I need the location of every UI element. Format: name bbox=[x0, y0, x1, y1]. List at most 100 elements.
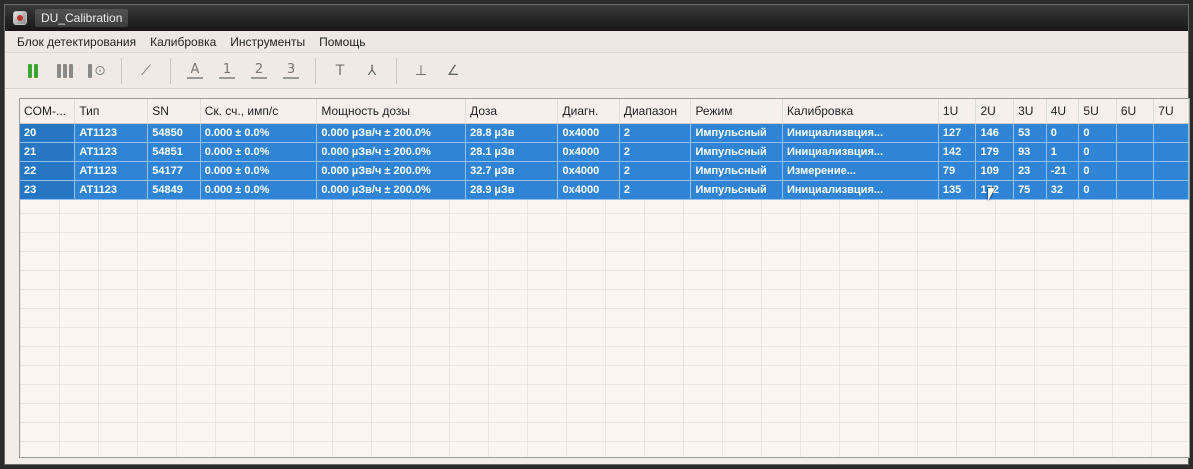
table-cell[interactable]: AT1123 bbox=[74, 161, 149, 181]
table-cell[interactable]: 127 bbox=[938, 123, 977, 143]
table-cell[interactable]: 109 bbox=[975, 161, 1015, 181]
table-cell[interactable]: 0x4000 bbox=[557, 161, 620, 181]
column-header[interactable]: Мощность дозы bbox=[316, 99, 467, 124]
column-header[interactable]: 2U bbox=[975, 99, 1015, 124]
table-cell[interactable]: 75 bbox=[1013, 180, 1047, 200]
device-info-icon[interactable]: ⊙ bbox=[83, 57, 111, 85]
table-cell[interactable]: AT1123 bbox=[74, 180, 149, 200]
table-cell[interactable]: 0 bbox=[1078, 123, 1117, 143]
table-cell[interactable]: 135 bbox=[938, 180, 977, 200]
table-cell[interactable]: 28.8 µЗв bbox=[465, 123, 559, 143]
column-header[interactable]: Калибровка bbox=[782, 99, 939, 124]
table-cell[interactable]: 146 bbox=[975, 123, 1015, 143]
menu-help[interactable]: Помощь bbox=[319, 35, 365, 49]
table-row[interactable]: 23 AT1123 54849 0.000 ± 0.0% 0.000 µЗв/ч ± 2… bbox=[20, 180, 1189, 200]
table-cell[interactable]: Измерение... bbox=[782, 161, 939, 181]
table-cell[interactable]: 32 bbox=[1046, 180, 1080, 200]
table-cell[interactable]: 21 bbox=[20, 142, 76, 162]
table-cell[interactable]: AT1123 bbox=[74, 142, 149, 162]
table-cell[interactable]: 23 bbox=[20, 180, 76, 200]
column-header[interactable]: Диагн. bbox=[557, 99, 620, 124]
table-cell[interactable]: 32.7 µЗв bbox=[465, 161, 559, 181]
column-header[interactable]: Ск. сч., имп/с bbox=[200, 99, 318, 124]
table-cell[interactable] bbox=[1116, 142, 1155, 162]
table-cell[interactable]: 0x4000 bbox=[557, 180, 620, 200]
table-cell[interactable]: 0.000 µЗв/ч ± 200.0% bbox=[316, 142, 467, 162]
table-cell[interactable]: 0.000 ± 0.0% bbox=[200, 161, 318, 181]
calibrate-a-button[interactable]: A bbox=[181, 57, 209, 85]
table-cell[interactable] bbox=[1116, 123, 1155, 143]
table-cell[interactable]: 2 bbox=[619, 161, 692, 181]
column-header[interactable]: Тип bbox=[74, 99, 149, 124]
table-cell[interactable]: 0x4000 bbox=[557, 142, 620, 162]
table-cell[interactable]: 0 bbox=[1078, 142, 1117, 162]
table-cell[interactable]: 0 bbox=[1078, 180, 1117, 200]
table-cell[interactable]: AT1123 bbox=[74, 123, 149, 143]
table-row[interactable]: 22 AT1123 54177 0.000 ± 0.0% 0.000 µЗв/ч ± 2… bbox=[20, 161, 1189, 181]
pulse-icon[interactable]: ⅄ bbox=[358, 57, 386, 85]
menu-calibration[interactable]: Калибровка bbox=[150, 35, 216, 49]
table-cell[interactable]: 28.9 µЗв bbox=[465, 180, 559, 200]
table-cell[interactable] bbox=[1116, 161, 1155, 181]
threshold-icon[interactable]: ∠ bbox=[439, 57, 467, 85]
table-cell[interactable]: 179 bbox=[975, 142, 1015, 162]
table-cell[interactable]: 2 bbox=[619, 180, 692, 200]
table-cell[interactable]: 54849 bbox=[147, 180, 201, 200]
column-header[interactable]: COM-... bbox=[20, 99, 76, 124]
temperature-button[interactable]: T bbox=[326, 57, 354, 85]
table-cell[interactable]: 142 bbox=[938, 142, 977, 162]
table-cell[interactable]: 0.000 ± 0.0% bbox=[200, 180, 318, 200]
table-cell[interactable]: 0.000 µЗв/ч ± 200.0% bbox=[316, 123, 467, 143]
table-cell[interactable]: 54850 bbox=[147, 123, 201, 143]
table-cell[interactable] bbox=[1153, 180, 1189, 200]
table-cell[interactable]: 54851 bbox=[147, 142, 201, 162]
table-cell[interactable]: 0.000 ± 0.0% bbox=[200, 123, 318, 143]
column-header[interactable]: Диапазон bbox=[619, 99, 692, 124]
table-cell[interactable]: 0 bbox=[1046, 123, 1080, 143]
table-row[interactable]: 21 AT1123 54851 0.000 ± 0.0% 0.000 µЗв/ч ± 2… bbox=[20, 142, 1189, 162]
table-cell[interactable]: 1 bbox=[1046, 142, 1080, 162]
table-cell[interactable]: Импульсный bbox=[690, 142, 783, 162]
table-cell[interactable]: 54177 bbox=[147, 161, 201, 181]
table-cell[interactable]: 0.000 ± 0.0% bbox=[200, 142, 318, 162]
menu-detector-block[interactable]: Блок детектирования bbox=[17, 35, 136, 49]
menu-tools[interactable]: Инструменты bbox=[230, 35, 305, 49]
column-header[interactable]: 1U bbox=[938, 99, 977, 124]
table-cell[interactable]: 28.1 µЗв bbox=[465, 142, 559, 162]
table-cell[interactable]: 2 bbox=[619, 142, 692, 162]
column-header[interactable]: 6U bbox=[1116, 99, 1155, 124]
calibrate-3-button[interactable]: 3 bbox=[277, 57, 305, 85]
column-header[interactable]: 3U bbox=[1013, 99, 1047, 124]
table-cell[interactable]: 20 bbox=[20, 123, 76, 143]
table-cell[interactable]: Инициализвция... bbox=[782, 123, 939, 143]
calibrate-2-button[interactable]: 2 bbox=[245, 57, 273, 85]
device-grid[interactable]: COM-... Тип SN Ск. сч., имп/с Мощность дозы Д… bbox=[19, 98, 1190, 458]
column-header[interactable]: 4U bbox=[1046, 99, 1080, 124]
column-header[interactable]: 7U bbox=[1153, 99, 1189, 124]
table-cell[interactable]: 0.000 µЗв/ч ± 200.0% bbox=[316, 161, 467, 181]
curve-edit-icon[interactable]: ⟋ bbox=[132, 57, 160, 85]
table-cell[interactable] bbox=[1153, 123, 1189, 143]
table-cell[interactable]: 22 bbox=[20, 161, 76, 181]
table-cell[interactable]: 0.000 µЗв/ч ± 200.0% bbox=[316, 180, 467, 200]
calibrate-1-button[interactable]: 1 bbox=[213, 57, 241, 85]
table-cell[interactable] bbox=[1153, 161, 1189, 181]
table-cell[interactable]: 0x4000 bbox=[557, 123, 620, 143]
table-cell[interactable]: Импульсный bbox=[690, 161, 783, 181]
table-cell[interactable]: Импульсный bbox=[690, 123, 783, 143]
connect-icon[interactable] bbox=[19, 57, 47, 85]
table-cell[interactable] bbox=[1153, 142, 1189, 162]
table-cell[interactable] bbox=[1116, 180, 1155, 200]
table-cell[interactable]: Инициализвция... bbox=[782, 142, 939, 162]
table-cell[interactable]: 0 bbox=[1078, 161, 1117, 181]
column-header[interactable]: Доза bbox=[465, 99, 559, 124]
table-row[interactable]: 20 AT1123 54850 0.000 ± 0.0% 0.000 µЗв/ч ± 2… bbox=[20, 123, 1189, 143]
spectrum-icon[interactable]: ⊥ bbox=[407, 57, 435, 85]
table-cell[interactable]: 2 bbox=[619, 123, 692, 143]
table-cell[interactable]: 23 bbox=[1013, 161, 1047, 181]
table-cell[interactable]: 93 bbox=[1013, 142, 1047, 162]
column-header[interactable]: SN bbox=[147, 99, 201, 124]
table-cell[interactable]: Инициализвция... bbox=[782, 180, 939, 200]
table-cell[interactable]: -21 bbox=[1046, 161, 1080, 181]
table-cell[interactable]: 53 bbox=[1013, 123, 1047, 143]
